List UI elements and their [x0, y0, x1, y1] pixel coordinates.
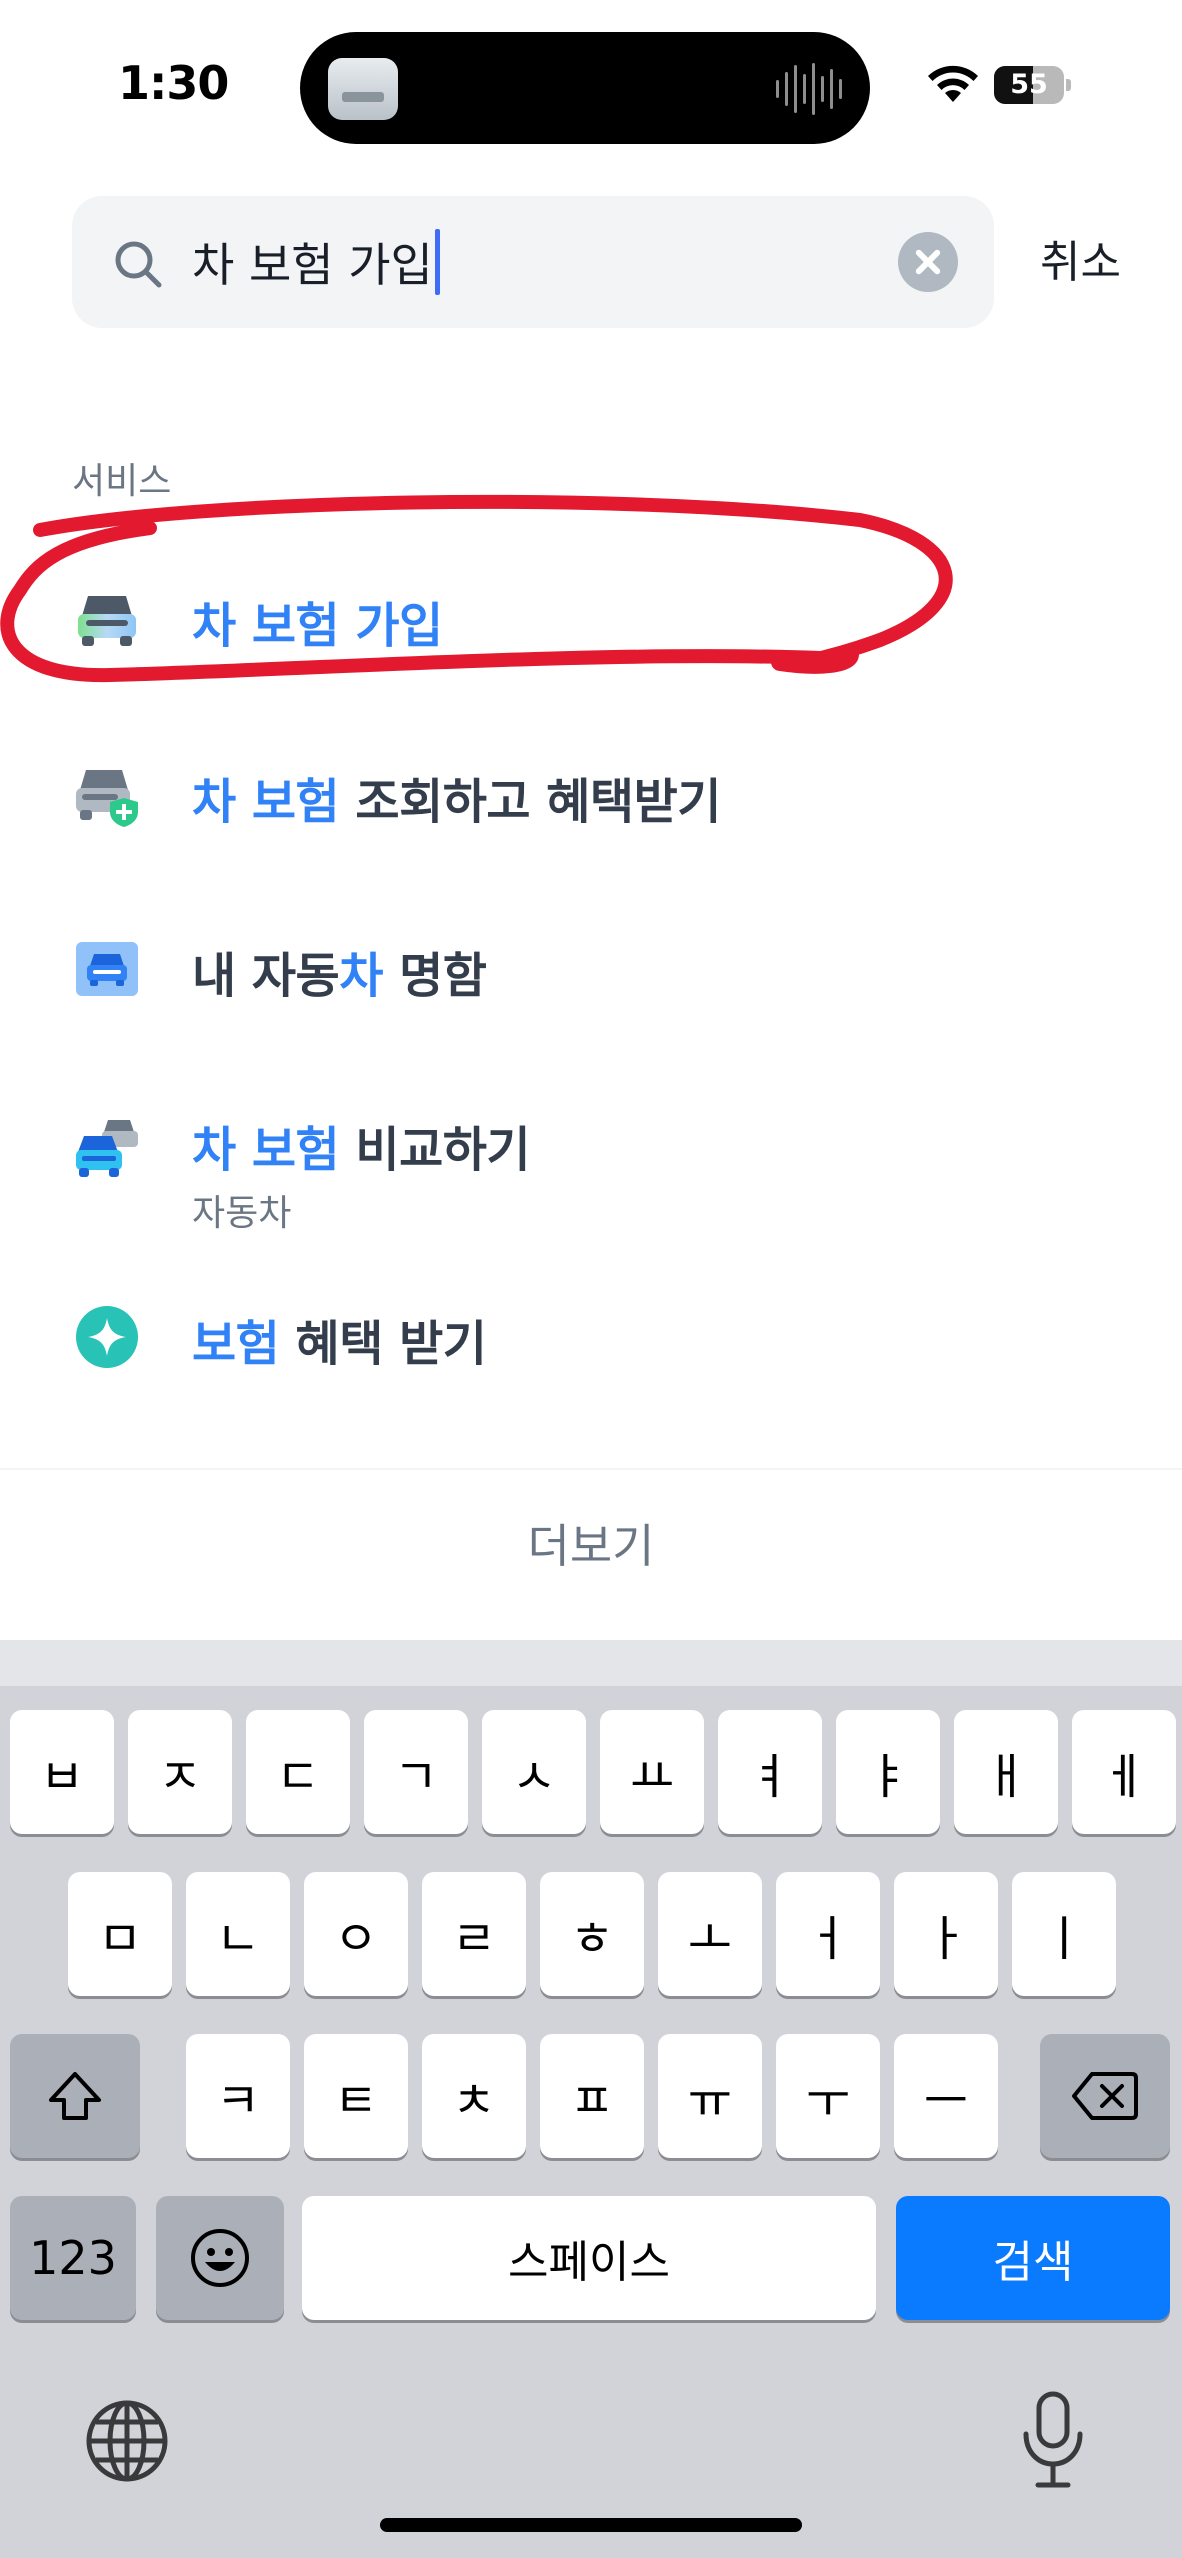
globe-icon[interactable] [84, 2398, 170, 2484]
key-ㅇ[interactable]: ㅇ [304, 1872, 408, 1996]
live-activity-app-icon [328, 58, 398, 120]
key-ㅛ[interactable]: ㅛ [600, 1710, 704, 1834]
more-button[interactable]: 더보기 [0, 1510, 1182, 1576]
key-ㅣ[interactable]: ㅣ [1012, 1872, 1116, 1996]
result-item-my-car-card[interactable]: 내 자동차 명함 [0, 906, 1182, 1026]
result-title: 차 보험 비교하기 [192, 1122, 531, 1178]
result-title: 내 자동차 명함 [192, 948, 487, 1004]
result-title: 보험 혜택 받기 [192, 1316, 487, 1372]
search-input[interactable]: 차 보험 가입 [192, 224, 932, 300]
key-ㅜ[interactable]: ㅜ [776, 2034, 880, 2158]
shift-icon [49, 2072, 101, 2120]
key-ㅠ[interactable]: ㅠ [658, 2034, 762, 2158]
section-label-services: 서비스 [72, 461, 172, 502]
shift-key[interactable] [10, 2034, 140, 2158]
key-ㅓ[interactable]: ㅓ [776, 1872, 880, 1996]
backspace-icon [1072, 2072, 1138, 2120]
backspace-key[interactable] [1040, 2034, 1170, 2158]
status-time: 1:30 [118, 56, 229, 110]
key-ㅍ[interactable]: ㅍ [540, 2034, 644, 2158]
key-ㄷ[interactable]: ㄷ [246, 1710, 350, 1834]
search-icon [115, 241, 162, 288]
cancel-button[interactable]: 취소 [1040, 226, 1121, 290]
keyboard-top-strip [0, 1640, 1182, 1686]
emoji-key[interactable] [156, 2196, 284, 2320]
key-ㄹ[interactable]: ㄹ [422, 1872, 526, 1996]
battery-icon: 55 [994, 66, 1072, 104]
result-item-insurance-benefit[interactable]: 보험 혜택 받기 [0, 1274, 1182, 1394]
wifi-icon [928, 65, 978, 102]
car-icon [78, 596, 136, 646]
result-title: 차 보험 조회하고 혜택받기 [192, 774, 721, 830]
search-query-text: 차 보험 가입 [192, 238, 433, 292]
result-title: 차 보험 가입 [192, 598, 443, 654]
key-ㅌ[interactable]: ㅌ [304, 2034, 408, 2158]
home-indicator[interactable] [380, 2518, 802, 2532]
key-ㅈ[interactable]: ㅈ [128, 1710, 232, 1834]
key-ㅐ[interactable]: ㅐ [954, 1710, 1058, 1834]
key-ㄴ[interactable]: ㄴ [186, 1872, 290, 1996]
key-ㅂ[interactable]: ㅂ [10, 1710, 114, 1834]
result-item-car-insurance-compare[interactable]: 차 보험 비교하기 자동차 [0, 1080, 1182, 1234]
search-key[interactable]: 검색 [896, 2196, 1170, 2320]
microphone-icon[interactable] [1018, 2390, 1088, 2490]
battery-level: 55 [1010, 69, 1048, 100]
emoji-icon [191, 2229, 249, 2287]
key-ㅅ[interactable]: ㅅ [482, 1710, 586, 1834]
result-item-car-insurance-lookup[interactable]: 차 보험 조회하고 혜택받기 [0, 732, 1182, 852]
text-caret [434, 229, 440, 295]
key-ㅔ[interactable]: ㅔ [1072, 1710, 1176, 1834]
dynamic-island[interactable] [300, 32, 870, 144]
status-bar: 1:30 55 [0, 0, 1182, 170]
cars-compare-icon [76, 1120, 138, 1177]
sparkle-icon [76, 1306, 138, 1368]
space-key[interactable]: 스페이스 [302, 2196, 876, 2320]
result-item-car-insurance-join[interactable]: 차 보험 가입 [0, 556, 1182, 676]
key-ㅑ[interactable]: ㅑ [836, 1710, 940, 1834]
clear-search-button[interactable] [898, 232, 958, 292]
key-ㅡ[interactable]: ㅡ [894, 2034, 998, 2158]
key-ㄱ[interactable]: ㄱ [364, 1710, 468, 1834]
key-ㅊ[interactable]: ㅊ [422, 2034, 526, 2158]
key-ㅕ[interactable]: ㅕ [718, 1710, 822, 1834]
numbers-key[interactable]: 123 [10, 2196, 136, 2320]
key-ㅗ[interactable]: ㅗ [658, 1872, 762, 1996]
key-ㅎ[interactable]: ㅎ [540, 1872, 644, 1996]
car-card-icon [76, 942, 138, 996]
result-subtitle: 자동차 [192, 1193, 292, 1234]
search-bar[interactable]: 차 보험 가입 [72, 196, 994, 328]
audio-wave-icon [776, 60, 842, 118]
key-ㅏ[interactable]: ㅏ [894, 1872, 998, 1996]
section-divider [0, 1468, 1182, 1470]
car-shield-icon [76, 770, 138, 827]
key-ㅁ[interactable]: ㅁ [68, 1872, 172, 1996]
key-ㅋ[interactable]: ㅋ [186, 2034, 290, 2158]
